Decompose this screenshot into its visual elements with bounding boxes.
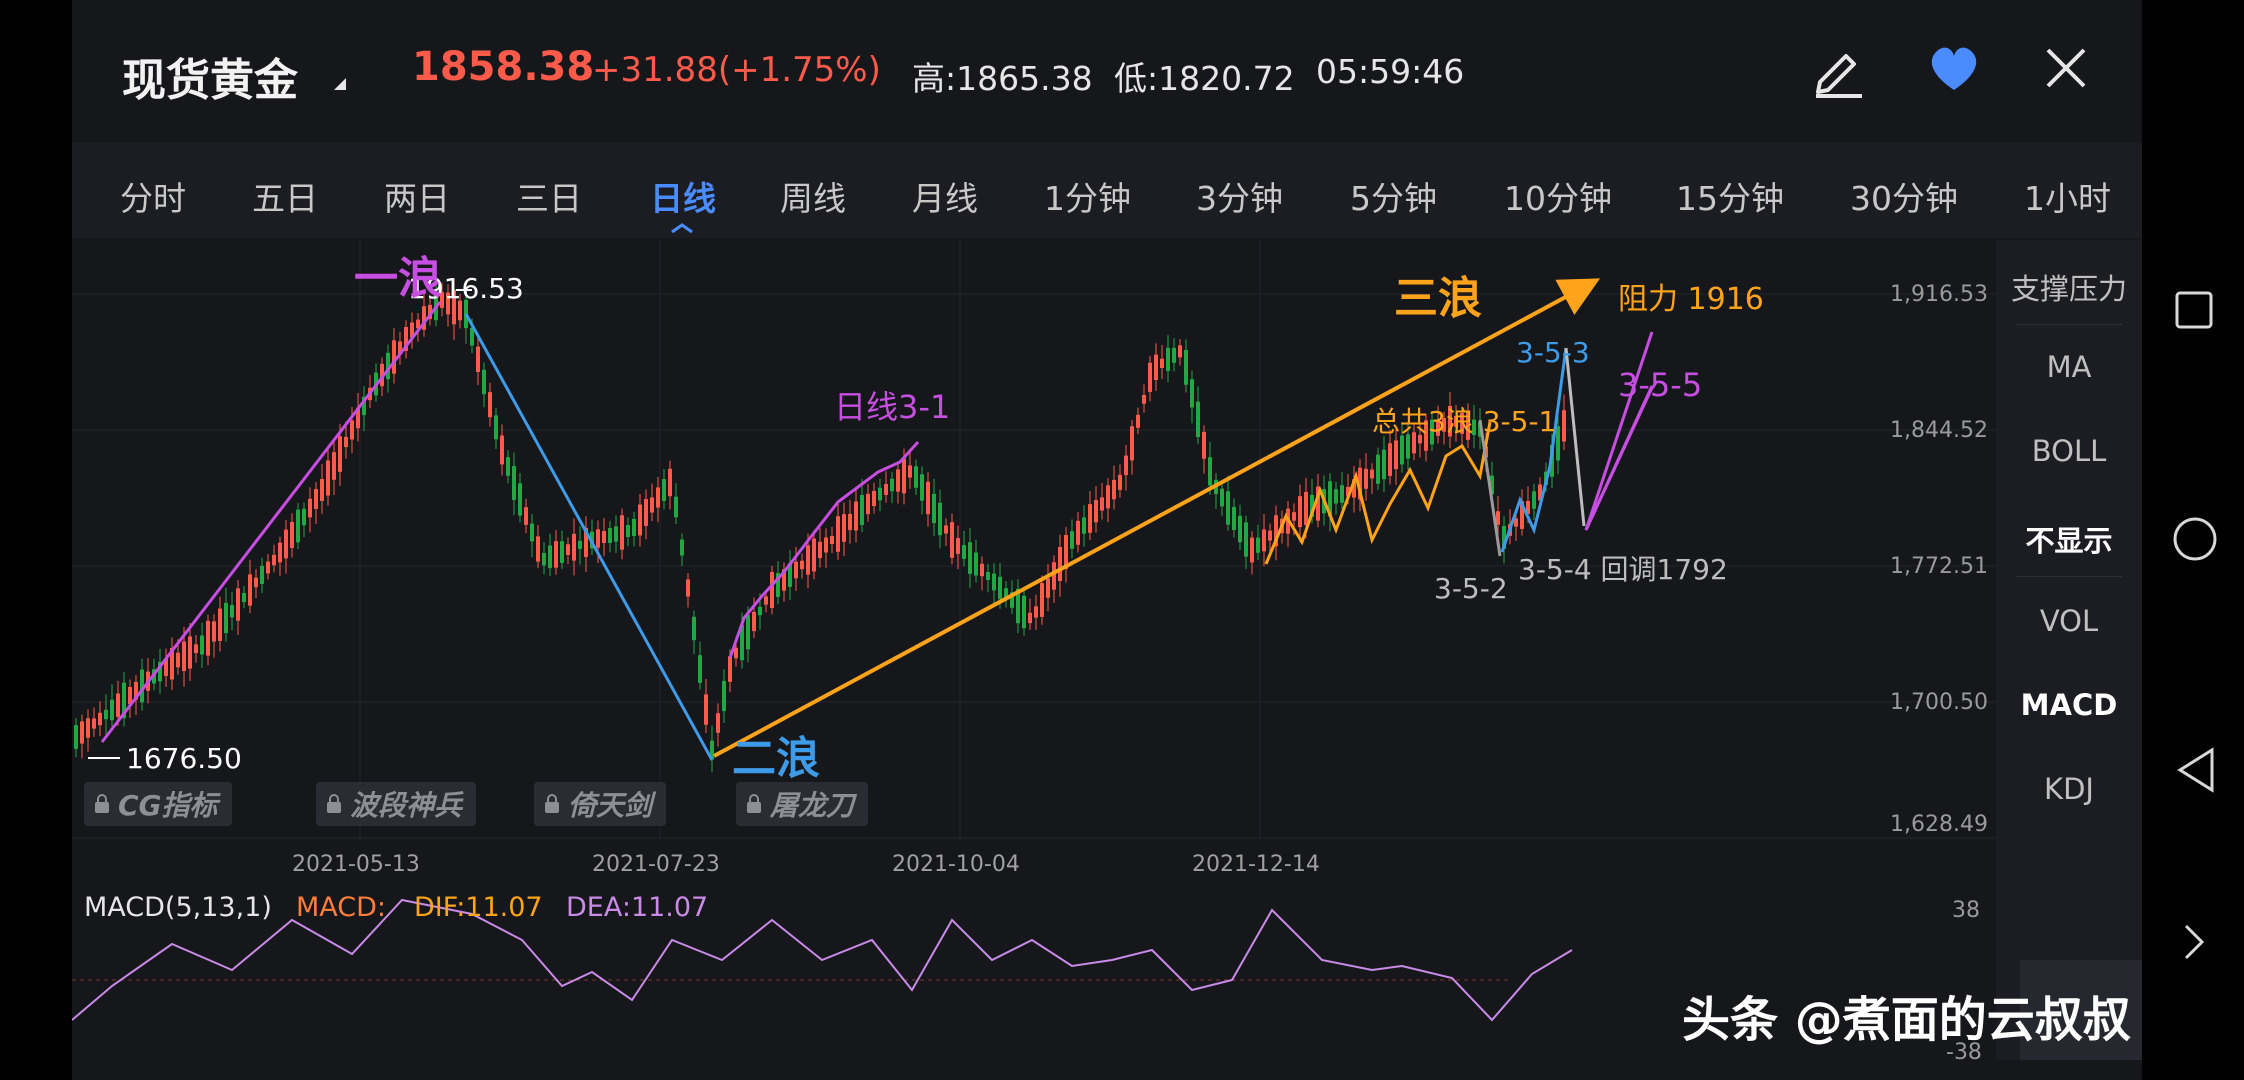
tab-3min[interactable]: 3分钟 — [1196, 172, 1283, 220]
wave3-label: 三浪 — [1394, 273, 1482, 324]
close-icon[interactable] — [2034, 36, 2098, 100]
wave-3-5-5-trend-final — [1584, 385, 1654, 531]
tab-daily[interactable]: 日线 — [650, 172, 716, 220]
date-axis-label: 2021-07-23 — [592, 852, 720, 877]
tab-3day[interactable]: 三日 — [516, 172, 582, 220]
side-item-vol[interactable]: VOL — [1996, 604, 2142, 638]
tab-intraday[interactable]: 分时 — [120, 172, 186, 220]
side-divider — [2016, 576, 2122, 577]
quote-header: 现货黄金 1858.38 +31.88(+1.75%) 高:1865.38 低:… — [72, 0, 2142, 140]
wave-3-5-4-label: 3-5-4 回调1792 — [1518, 553, 1728, 586]
wave-3-5-2-label: 3-5-2 — [1434, 572, 1508, 605]
last-price: 1858.38 — [412, 44, 595, 90]
wave1-label: 一浪 — [354, 253, 442, 304]
wave1-line — [100, 301, 442, 743]
macd-axis-top: 38 — [1952, 898, 1980, 923]
badge-cg-indicator[interactable]: CG指标 — [84, 782, 232, 826]
tab-1min[interactable]: 1分钟 — [1044, 172, 1131, 220]
low-marker-value: 1676.50 — [126, 742, 242, 775]
side-item-ma[interactable]: MA — [1996, 350, 2142, 384]
wave-3-5-3-label: 3-5-3 — [1516, 336, 1590, 369]
side-item-kdj[interactable]: KDJ — [1996, 772, 2142, 806]
day-high: 高:1865.38 — [912, 59, 1093, 98]
price-axis-label: 1,844.52 — [1890, 418, 1988, 443]
watermark-text: 头条 @煮面的云叔叔 — [1682, 992, 2131, 1048]
badge-yitian-sword[interactable]: 倚天剑 — [534, 782, 667, 826]
date-axis-label: 2021-05-13 — [292, 852, 420, 877]
wave-3-5-4-line — [1564, 347, 1586, 527]
chevron-right-icon[interactable] — [2182, 922, 2206, 962]
wave2-line — [464, 313, 714, 761]
tab-15min[interactable]: 15分钟 — [1676, 172, 1784, 220]
badge-label: 波段神兵 — [350, 789, 463, 822]
tab-weekly[interactable]: 周线 — [780, 172, 846, 220]
wave-3-5-5-label: 3-5-5 — [1618, 366, 1703, 404]
system-nav-bar — [2142, 0, 2244, 1080]
tab-5min[interactable]: 5分钟 — [1350, 172, 1437, 220]
tab-30min[interactable]: 30分钟 — [1850, 172, 1958, 220]
side-item-boll[interactable]: BOLL — [1996, 434, 2142, 468]
side-item-hide[interactable]: 不显示 — [1996, 518, 2142, 560]
wave2-label: 二浪 — [732, 733, 820, 784]
resistance-label: 阻力 1916 — [1618, 282, 1764, 317]
badge-label: CG指标 — [118, 789, 218, 822]
square-nav-icon[interactable] — [2174, 290, 2214, 330]
date-axis-label: 2021-10-04 — [892, 852, 1020, 877]
badge-dragon-saber[interactable]: 屠龙刀 — [736, 782, 869, 826]
heart-icon[interactable] — [1922, 36, 1986, 100]
edit-icon[interactable] — [1806, 36, 1870, 100]
tab-1hour[interactable]: 1小时 — [2024, 172, 2111, 220]
tab-monthly[interactable]: 月线 — [912, 172, 978, 220]
price-axis-label: 1,628.49 — [1890, 812, 1988, 837]
lock-icon — [747, 794, 761, 813]
instrument-title[interactable]: 现货黄金 — [122, 44, 298, 108]
badge-wave-soldier[interactable]: 波段神兵 — [316, 782, 477, 826]
side-divider — [2016, 324, 2122, 325]
price-axis-label: 1,772.51 — [1890, 554, 1988, 579]
badge-label: 屠龙刀 — [770, 789, 855, 822]
total-waves-label: 总共3浪 3-5-1 — [1372, 405, 1557, 438]
tab-5day[interactable]: 五日 — [252, 172, 318, 220]
active-tab-caret-icon — [671, 223, 693, 234]
side-item-macd[interactable]: MACD — [1996, 688, 2142, 722]
macd-label: MACD: — [296, 892, 387, 923]
wave-3-5-3-line — [1500, 347, 1568, 553]
price-axis-label: 1,916.53 — [1890, 282, 1988, 307]
subwave-zigzag — [1264, 421, 1492, 565]
daily-3-1-label: 日线3-1 — [834, 388, 951, 426]
lock-icon — [545, 794, 559, 813]
indicator-side-panel: 支撑压力 MA BOLL 不显示 VOL MACD KDJ — [1996, 240, 2142, 1060]
price-change: +31.88(+1.75%) — [592, 50, 881, 90]
date-axis-label: 2021-12-14 — [1192, 852, 1320, 877]
title-dropdown-icon[interactable] — [334, 78, 346, 90]
macd-params: MACD(5,13,1) — [84, 892, 272, 923]
day-low: 低:1820.72 — [1114, 59, 1295, 98]
tab-2day[interactable]: 两日 — [384, 172, 450, 220]
lock-icon — [95, 794, 109, 813]
left-edge — [0, 0, 72, 1080]
quote-time: 05:59:46 — [1316, 52, 1465, 91]
price-axis-label: 1,700.50 — [1890, 690, 1988, 715]
lock-icon — [327, 794, 341, 813]
period-tabs: 分时 五日 两日 三日 日线 周线 月线 1分钟 3分钟 5分钟 10分钟 15… — [72, 142, 2142, 238]
macd-dif: DIF:11.07 — [414, 892, 543, 923]
circle-nav-icon[interactable] — [2172, 516, 2218, 562]
wave-3-5-5-trend-long — [1584, 331, 1654, 531]
tab-10min[interactable]: 10分钟 — [1504, 172, 1612, 220]
side-item-support-resistance[interactable]: 支撑压力 — [1996, 266, 2142, 308]
wave-3-5-2-line — [1478, 419, 1502, 557]
macd-dea: DEA:11.07 — [566, 892, 709, 923]
back-nav-icon[interactable] — [2176, 746, 2216, 794]
daily-3-1-line — [728, 440, 920, 659]
wave3-line — [713, 278, 1601, 758]
badge-label: 倚天剑 — [568, 789, 653, 822]
